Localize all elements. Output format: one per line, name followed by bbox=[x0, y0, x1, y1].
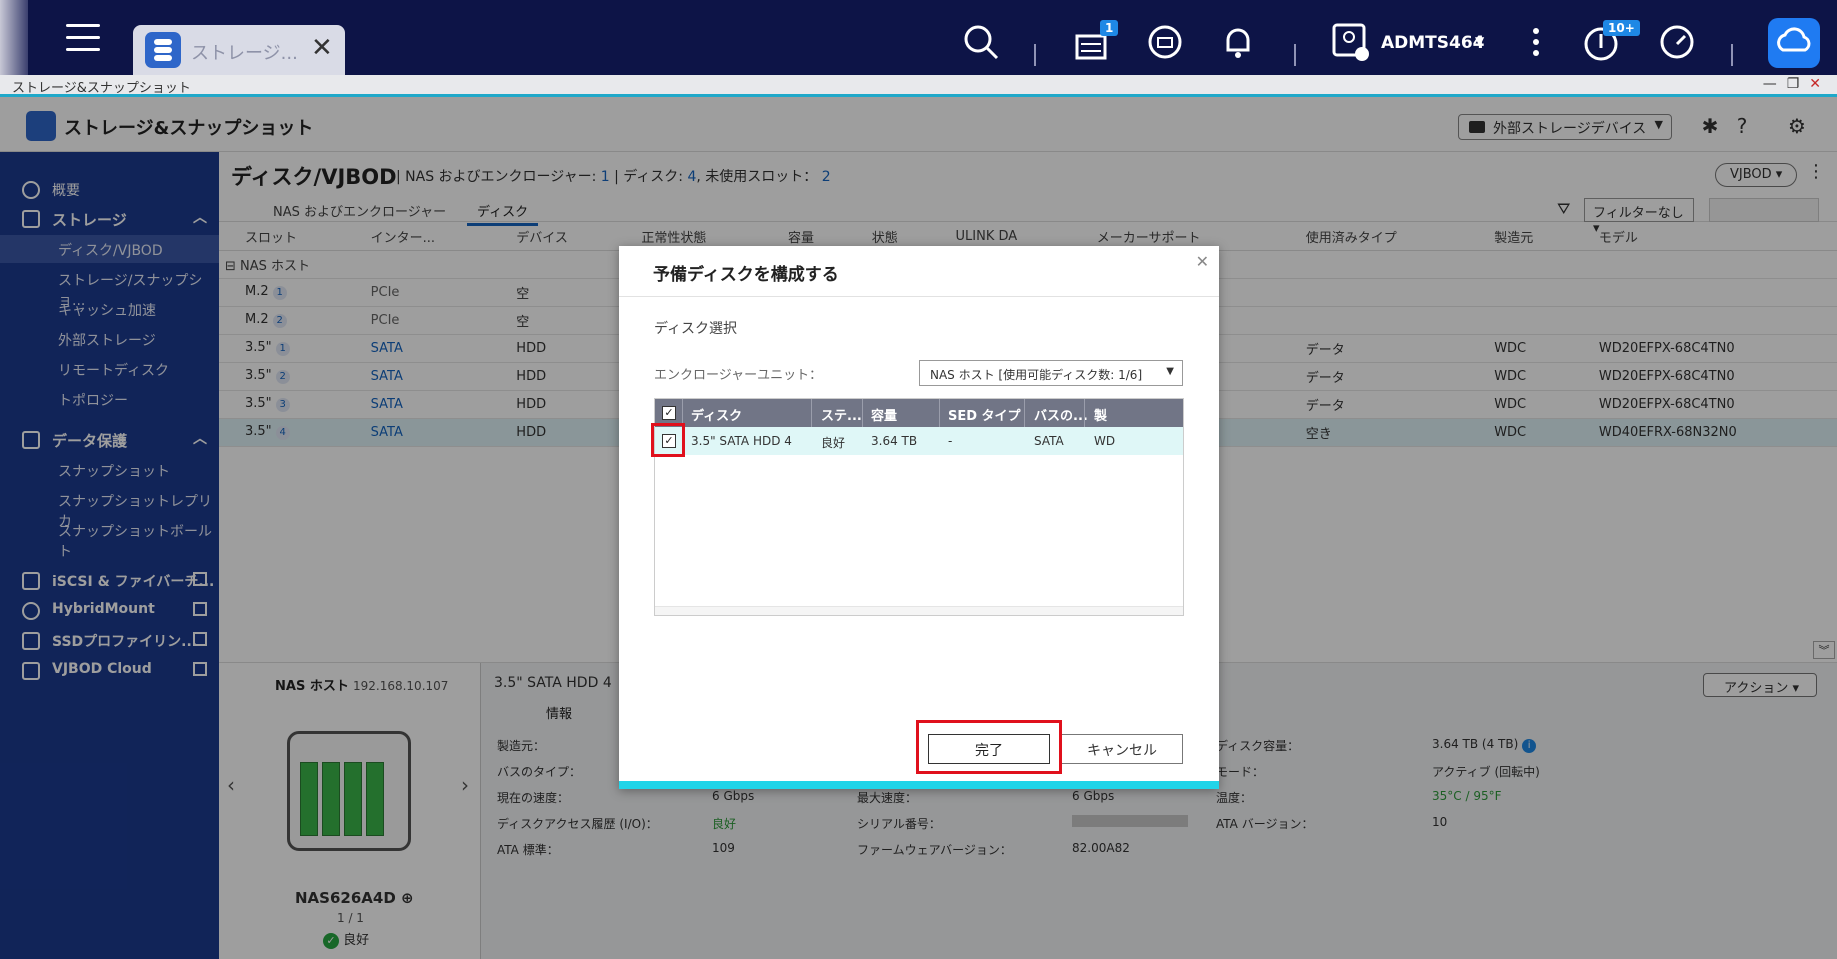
cell-sed-type: - bbox=[948, 434, 953, 448]
highlight-done-button bbox=[916, 720, 1062, 774]
close-window-icon[interactable]: ✕ bbox=[1809, 76, 1831, 92]
user-dropdown-icon[interactable]: ▼ bbox=[1475, 34, 1484, 48]
taskbar-separator bbox=[1731, 44, 1733, 66]
restore-icon[interactable]: ❐ bbox=[1787, 76, 1810, 92]
cell-capacity: 3.64 TB bbox=[871, 434, 918, 448]
task-queue-badge: 1 bbox=[1100, 20, 1119, 36]
cell-disk: 3.5" SATA HDD 4 bbox=[691, 434, 792, 448]
taskbar-separator bbox=[1034, 44, 1036, 66]
dashboard-gauge-icon[interactable] bbox=[1657, 22, 1697, 62]
col-disk[interactable]: ディスク bbox=[691, 405, 742, 424]
cell-status: 良好 bbox=[821, 436, 846, 450]
disk-select-header: ✓ ディスク ステ... 容量 SED タイプ バスの... 製 bbox=[655, 399, 1183, 427]
update-badge: 10+ bbox=[1603, 20, 1640, 36]
col-status[interactable]: ステ... bbox=[821, 405, 862, 424]
col-extra[interactable]: 製 bbox=[1094, 405, 1107, 424]
enclosure-label: エンクロージャーユニット： bbox=[654, 368, 823, 383]
window-title: ストレージ&スナップショット bbox=[12, 81, 191, 96]
taskbar-separator bbox=[1294, 44, 1296, 66]
col-bus[interactable]: バスの... bbox=[1034, 405, 1088, 424]
highlight-checkbox bbox=[651, 423, 685, 457]
dialog-divider bbox=[619, 296, 1219, 297]
storage-app-icon bbox=[145, 32, 181, 68]
window-controls: —❐✕ bbox=[1763, 76, 1831, 92]
enclosure-select[interactable]: NAS ホスト [使用可能ディスク数: 1/6] ▼ bbox=[919, 360, 1183, 386]
cell-bus: SATA bbox=[1034, 434, 1064, 448]
disk-select-row[interactable]: ✓ 3.5" SATA HDD 4 良好 3.64 TB - SATA WD bbox=[655, 427, 1183, 455]
sync-icon[interactable] bbox=[1145, 22, 1185, 62]
minimize-icon[interactable]: — bbox=[1763, 76, 1787, 92]
notification-bell-icon[interactable] bbox=[1218, 22, 1258, 62]
disk-select-table: ✓ ディスク ステ... 容量 SED タイプ バスの... 製 ✓ 3.5" … bbox=[654, 398, 1184, 616]
enclosure-value: NAS ホスト [使用可能ディスク数: 1/6] bbox=[930, 368, 1143, 382]
search-icon[interactable] bbox=[961, 22, 1001, 62]
select-all-checkbox[interactable]: ✓ bbox=[662, 406, 676, 420]
horizontal-scrollbar[interactable] bbox=[655, 606, 1183, 615]
close-tab-icon[interactable]: ✕ bbox=[311, 35, 333, 61]
main-menu-icon[interactable] bbox=[66, 24, 100, 54]
taskbar: ストレージ... ✕ 1 ADMTS464 ▼ 10+ bbox=[0, 0, 1837, 75]
col-capacity[interactable]: 容量 bbox=[871, 405, 897, 424]
app-tab-label: ストレージ... bbox=[191, 43, 298, 64]
dialog-title: 予備ディスクを構成する bbox=[653, 265, 839, 285]
chevron-down-icon: ▼ bbox=[1166, 366, 1174, 377]
dialog-accent-bar bbox=[619, 781, 1219, 789]
spare-disk-dialog: 予備ディスクを構成する ✕ ディスク選択 エンクロージャーユニット： NAS ホ… bbox=[619, 246, 1219, 789]
window-titlebar: ストレージ&スナップショット —❐✕ bbox=[0, 75, 1837, 97]
dialog-section-title: ディスク選択 bbox=[654, 321, 738, 337]
taskbar-corner bbox=[0, 0, 28, 75]
close-icon[interactable]: ✕ bbox=[1196, 252, 1209, 271]
more-options-icon[interactable] bbox=[1516, 22, 1556, 62]
app-tab-storage[interactable]: ストレージ... ✕ bbox=[133, 25, 345, 75]
cancel-button[interactable]: キャンセル bbox=[1061, 734, 1183, 764]
cell-extra: WD bbox=[1094, 434, 1116, 448]
user-name[interactable]: ADMTS464 bbox=[1381, 33, 1485, 53]
cloud-icon[interactable] bbox=[1768, 18, 1820, 68]
user-icon[interactable] bbox=[1331, 22, 1371, 62]
col-sed-type[interactable]: SED タイプ bbox=[948, 405, 1021, 424]
